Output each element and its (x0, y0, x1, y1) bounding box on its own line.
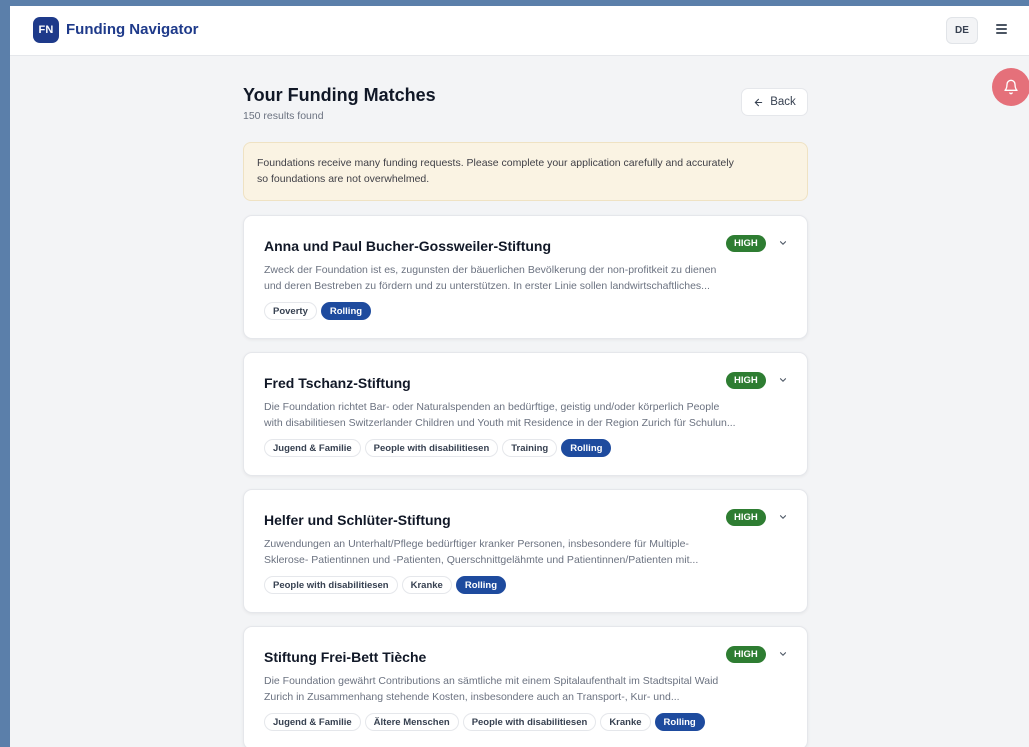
status-tag-rolling[interactable]: Rolling (654, 713, 705, 731)
language-button[interactable]: DE (946, 17, 978, 44)
match-badge: HIGH (726, 372, 766, 389)
tag[interactable]: Training (502, 439, 558, 457)
chevron-down-icon[interactable] (778, 649, 788, 659)
page-title: Your Funding Matches (243, 85, 436, 105)
tag[interactable]: Ältere Menschen (364, 713, 459, 731)
app-logo[interactable]: FN (33, 17, 59, 43)
foundation-card[interactable]: Stiftung Frei-Bett Tièche HIGH Die Found… (243, 626, 808, 747)
foundation-description: Die Foundation gewährt Contributions an … (264, 673, 789, 705)
description-line: und deren Bestreben zu fördern und zu un… (264, 280, 710, 292)
foundation-title[interactable]: Fred Tschanz-Stiftung (264, 375, 411, 391)
description-line: Zweck der Foundation ist es, zugunsten d… (264, 264, 717, 276)
description-line: Die Foundation gewährt Contributions an … (264, 675, 719, 687)
chevron-down-icon[interactable] (778, 512, 788, 522)
tag[interactable]: Poverty (264, 302, 317, 320)
bell-icon (1004, 79, 1018, 95)
description-line: Zuwendungen an Unterhalt/Pflege bedürfti… (264, 538, 689, 550)
status-tag-rolling[interactable]: Rolling (320, 302, 372, 320)
tag[interactable]: Kranke (600, 713, 651, 731)
tag[interactable]: People with disabilitiesen (364, 439, 499, 457)
foundation-title[interactable]: Anna und Paul Bucher-Gossweiler-Stiftung (264, 238, 551, 254)
results-count: 150 results found (243, 110, 324, 122)
tag-list: Poverty Rolling (264, 302, 372, 320)
match-badge: HIGH (726, 646, 766, 663)
app-title[interactable]: Funding Navigator (66, 21, 199, 38)
tag-list: Jugend & Familie Ältere Menschen People … (264, 713, 705, 731)
back-button-label: Back (770, 96, 796, 108)
hamburger-menu-icon[interactable] (996, 24, 1007, 34)
match-badge: HIGH (726, 509, 766, 526)
back-button[interactable]: Back (741, 88, 808, 116)
description-line: with disabilitiesen Switzerlander Childr… (264, 417, 736, 429)
status-tag-rolling[interactable]: Rolling (455, 576, 507, 594)
chevron-down-icon[interactable] (778, 238, 788, 248)
foundation-title[interactable]: Helfer und Schlüter-Stiftung (264, 512, 451, 528)
tag[interactable]: People with disabilitiesen (462, 713, 597, 731)
foundation-description: Zuwendungen an Unterhalt/Pflege bedürfti… (264, 536, 789, 568)
foundation-title[interactable]: Stiftung Frei-Bett Tièche (264, 649, 426, 665)
info-notice: Foundations receive many funding request… (243, 142, 808, 201)
description-line: Die Foundation richtet Bar- oder Natural… (264, 401, 720, 413)
tag[interactable]: People with disabilitiesen (264, 576, 398, 594)
tag[interactable]: Jugend & Familie (264, 713, 361, 731)
notice-line-1: Foundations receive many funding request… (257, 157, 734, 169)
description-line: Zurich in Zusammenhang stehende Kosten, … (264, 691, 680, 703)
foundation-card[interactable]: Fred Tschanz-Stiftung HIGH Die Foundatio… (243, 352, 808, 476)
notification-bell-button[interactable] (992, 68, 1029, 106)
tag-list: Jugend & Familie People with disabilitie… (264, 439, 612, 457)
app-window: FN Funding Navigator DE Your Funding Mat… (10, 6, 1029, 747)
foundation-description: Zweck der Foundation ist es, zugunsten d… (264, 262, 789, 294)
top-bar: FN Funding Navigator DE (10, 6, 1029, 56)
status-tag-rolling[interactable]: Rolling (561, 439, 612, 457)
description-line: Sklerose- Patientinnen und -Patienten, Q… (264, 554, 699, 566)
match-badge: HIGH (726, 235, 766, 252)
chevron-down-icon[interactable] (778, 375, 788, 385)
tag[interactable]: Jugend & Familie (264, 439, 361, 457)
arrow-left-icon (754, 98, 763, 106)
foundation-card[interactable]: Anna und Paul Bucher-Gossweiler-Stiftung… (243, 215, 808, 339)
foundation-description: Die Foundation richtet Bar- oder Natural… (264, 399, 789, 431)
foundation-card[interactable]: Helfer und Schlüter-Stiftung HIGH Zuwend… (243, 489, 808, 613)
tag[interactable]: Kranke (401, 576, 452, 594)
notice-line-2: so foundations are not overwhelmed. (257, 173, 430, 185)
tag-list: People with disabilitiesen Kranke Rollin… (264, 576, 507, 594)
